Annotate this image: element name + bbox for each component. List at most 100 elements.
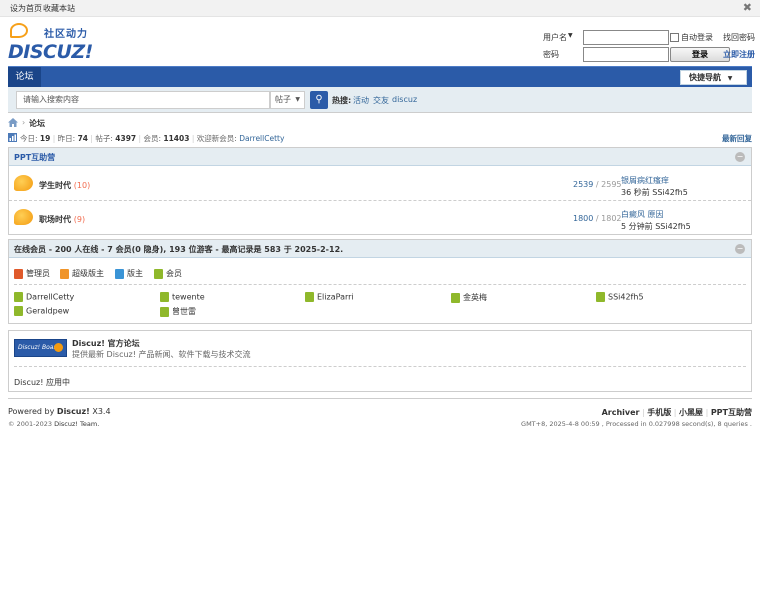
auto-login-checkbox[interactable] bbox=[670, 33, 679, 42]
posts-label: 帖子: bbox=[95, 134, 113, 143]
last-post-title[interactable]: 银屑病红瘙痒 bbox=[621, 176, 669, 185]
search-type-value: 帖子 bbox=[275, 95, 291, 104]
online-user[interactable]: DarrellCetty bbox=[14, 292, 74, 302]
header: 社区动力 DISCUZ! 用户名 ▼ 自动登录 找回密码 密码 登录 立即注册 bbox=[0, 17, 760, 65]
forum-new-count: (9) bbox=[73, 215, 86, 224]
search-bar: 请输入搜索内容 帖子 ▼ ⚲ 热搜: 活动 交友 discuz bbox=[8, 87, 752, 113]
discuz-link[interactable]: Discuz! bbox=[57, 407, 90, 416]
last-post-time: 36 秒前 bbox=[621, 188, 650, 197]
username-input[interactable] bbox=[583, 30, 669, 45]
today-label: 今日: bbox=[20, 134, 38, 143]
footer: Powered by Discuz! X3.4 © 2001-2023 Disc… bbox=[8, 398, 752, 438]
online-user[interactable]: ElizaParri bbox=[305, 292, 354, 302]
powered-by: Powered by Discuz! X3.4 bbox=[8, 407, 111, 416]
last-post-user[interactable]: SSi42fh5 bbox=[652, 188, 688, 197]
archiver-link[interactable]: Archiver bbox=[602, 408, 640, 417]
discuz-team-link[interactable]: Discuz! Team. bbox=[54, 420, 99, 428]
forum-counts: 2539 / 2595 bbox=[573, 180, 622, 189]
login-form: 用户名 ▼ 自动登录 找回密码 密码 登录 立即注册 bbox=[0, 17, 760, 65]
forum-stats: 今日: 19 | 昨日: 74 | 帖子: 4397 | 会员: 11403 |… bbox=[8, 132, 752, 144]
app-center-link[interactable]: Discuz! 应用中 bbox=[14, 377, 70, 388]
set-homepage-link[interactable]: 设为首页 bbox=[10, 3, 42, 14]
member-user-icon bbox=[451, 292, 460, 303]
online-user[interactable]: SSi42fh5 bbox=[596, 292, 644, 302]
forum-title: 学生时代 (10) bbox=[39, 180, 90, 191]
quick-nav-button[interactable]: 快捷导航 ▼ bbox=[680, 70, 747, 85]
forum-bubble-icon[interactable] bbox=[14, 209, 33, 225]
category-header: PPT互助营 − bbox=[9, 148, 751, 166]
member-user-icon bbox=[596, 292, 605, 302]
username-dropdown-icon[interactable]: ▼ bbox=[568, 32, 573, 39]
forum-title: 职场时代 (9) bbox=[39, 214, 85, 225]
online-title: 在线会员 - 200 人在线 - 7 会员(0 隐身), 193 位游客 - 最… bbox=[14, 245, 344, 254]
search-button[interactable]: ⚲ bbox=[310, 91, 328, 109]
forum-name-link[interactable]: 职场时代 bbox=[39, 215, 71, 224]
online-user[interactable]: Geraldpew bbox=[14, 306, 69, 316]
online-header: 在线会员 - 200 人在线 - 7 会员(0 隐身), 193 位游客 - 最… bbox=[9, 240, 751, 258]
blackroom-link[interactable]: 小黑屋 bbox=[679, 408, 703, 417]
close-icon[interactable]: ✖ bbox=[743, 1, 752, 14]
main-nav: 论坛 快捷导航 ▼ bbox=[8, 66, 752, 87]
legend-member: 会员 bbox=[154, 268, 182, 279]
home-icon[interactable] bbox=[8, 118, 18, 127]
hot-search-item[interactable]: 交友 bbox=[373, 95, 389, 106]
bookmark-link[interactable]: 收藏本站 bbox=[43, 3, 75, 14]
auto-login-label: 自动登录 bbox=[681, 33, 713, 42]
last-post-title[interactable]: 白癜风 原因 bbox=[621, 210, 664, 219]
collapse-icon[interactable]: − bbox=[735, 244, 745, 254]
forum-category: PPT互助营 − 学生时代 (10) 2539 / 2595 银屑病红瘙痒 36… bbox=[8, 147, 752, 235]
online-members: 在线会员 - 200 人在线 - 7 会员(0 隐身), 193 位游客 - 最… bbox=[8, 239, 752, 324]
forum-row: 职场时代 (9) 1800 / 1802 白癜风 原因 5 分钟前 SSi42f… bbox=[9, 201, 751, 235]
footer-links: Archiver | 手机版 | 小黑屋 | PPT互助营 bbox=[601, 408, 752, 417]
hot-search-item[interactable]: 活动 bbox=[353, 95, 369, 106]
chevron-down-icon: ▼ bbox=[295, 96, 300, 103]
member-user-icon bbox=[154, 268, 163, 279]
breadcrumb-current[interactable]: 论坛 bbox=[29, 118, 45, 129]
search-input[interactable]: 请输入搜索内容 bbox=[16, 91, 270, 109]
divider bbox=[14, 366, 746, 367]
official-forum-desc: 提供最新 Discuz! 产品新闻、软件下载与技术交流 bbox=[72, 350, 251, 359]
badge-bubble-icon bbox=[54, 343, 63, 352]
category-title[interactable]: PPT互助营 bbox=[14, 152, 55, 163]
breadcrumb-separator: › bbox=[22, 118, 26, 127]
mobile-link[interactable]: 手机版 bbox=[647, 408, 671, 417]
member-user-icon bbox=[14, 292, 23, 302]
forum-name-link[interactable]: 学生时代 bbox=[39, 181, 71, 190]
member-user-icon bbox=[14, 306, 23, 316]
breadcrumb: › 论坛 bbox=[8, 116, 752, 130]
newest-member-link[interactable]: DarrellCetty bbox=[239, 134, 284, 143]
last-post-time: 5 分钟前 bbox=[621, 222, 653, 231]
friend-links: Discuz! Board Discuz! 官方论坛 提供最新 Discuz! … bbox=[8, 330, 752, 392]
online-user[interactable]: 金英梅 bbox=[451, 292, 487, 303]
admin-user-icon bbox=[14, 268, 23, 279]
mod-user-icon bbox=[115, 268, 124, 279]
member-user-icon bbox=[160, 306, 169, 317]
collapse-icon[interactable]: − bbox=[735, 152, 745, 162]
forum-new-count: (10) bbox=[73, 181, 91, 190]
register-link[interactable]: 立即注册 bbox=[723, 49, 755, 60]
official-forum-link[interactable]: Discuz! 官方论坛 bbox=[72, 338, 140, 349]
yesterday-label: 昨日: bbox=[57, 134, 76, 143]
stats-chart-icon bbox=[8, 133, 17, 142]
discuz-board-badge[interactable]: Discuz! Board bbox=[14, 339, 67, 357]
site-home-link[interactable]: PPT互助营 bbox=[711, 408, 752, 417]
last-post-user[interactable]: SSi42fh5 bbox=[655, 222, 691, 231]
password-label: 密码 bbox=[543, 50, 559, 59]
password-input[interactable] bbox=[583, 47, 669, 62]
welcome-label: 欢迎新会员: bbox=[196, 134, 237, 143]
forum-last-post: 白癜风 原因 5 分钟前 SSi42fh5 bbox=[621, 209, 691, 233]
login-button[interactable]: 登录 bbox=[670, 47, 730, 62]
forum-last-post: 银屑病红瘙痒 36 秒前 SSi42fh5 bbox=[621, 175, 688, 199]
online-user[interactable]: tewente bbox=[160, 292, 205, 302]
hot-search-item[interactable]: discuz bbox=[392, 95, 417, 104]
forum-bubble-icon[interactable] bbox=[14, 175, 33, 191]
latest-reply-link[interactable]: 最新回复 bbox=[722, 133, 752, 144]
tab-forum[interactable]: 论坛 bbox=[8, 67, 41, 87]
legend-admin: 管理员 bbox=[14, 268, 50, 279]
yesterday-count: 74 bbox=[77, 134, 89, 143]
find-password-link[interactable]: 找回密码 bbox=[723, 32, 755, 43]
search-type-select[interactable]: 帖子 ▼ bbox=[270, 91, 305, 109]
online-user[interactable]: 曾世雷 bbox=[160, 306, 196, 317]
post-count: 2595 bbox=[601, 180, 622, 189]
super-mod-user-icon bbox=[60, 268, 69, 279]
